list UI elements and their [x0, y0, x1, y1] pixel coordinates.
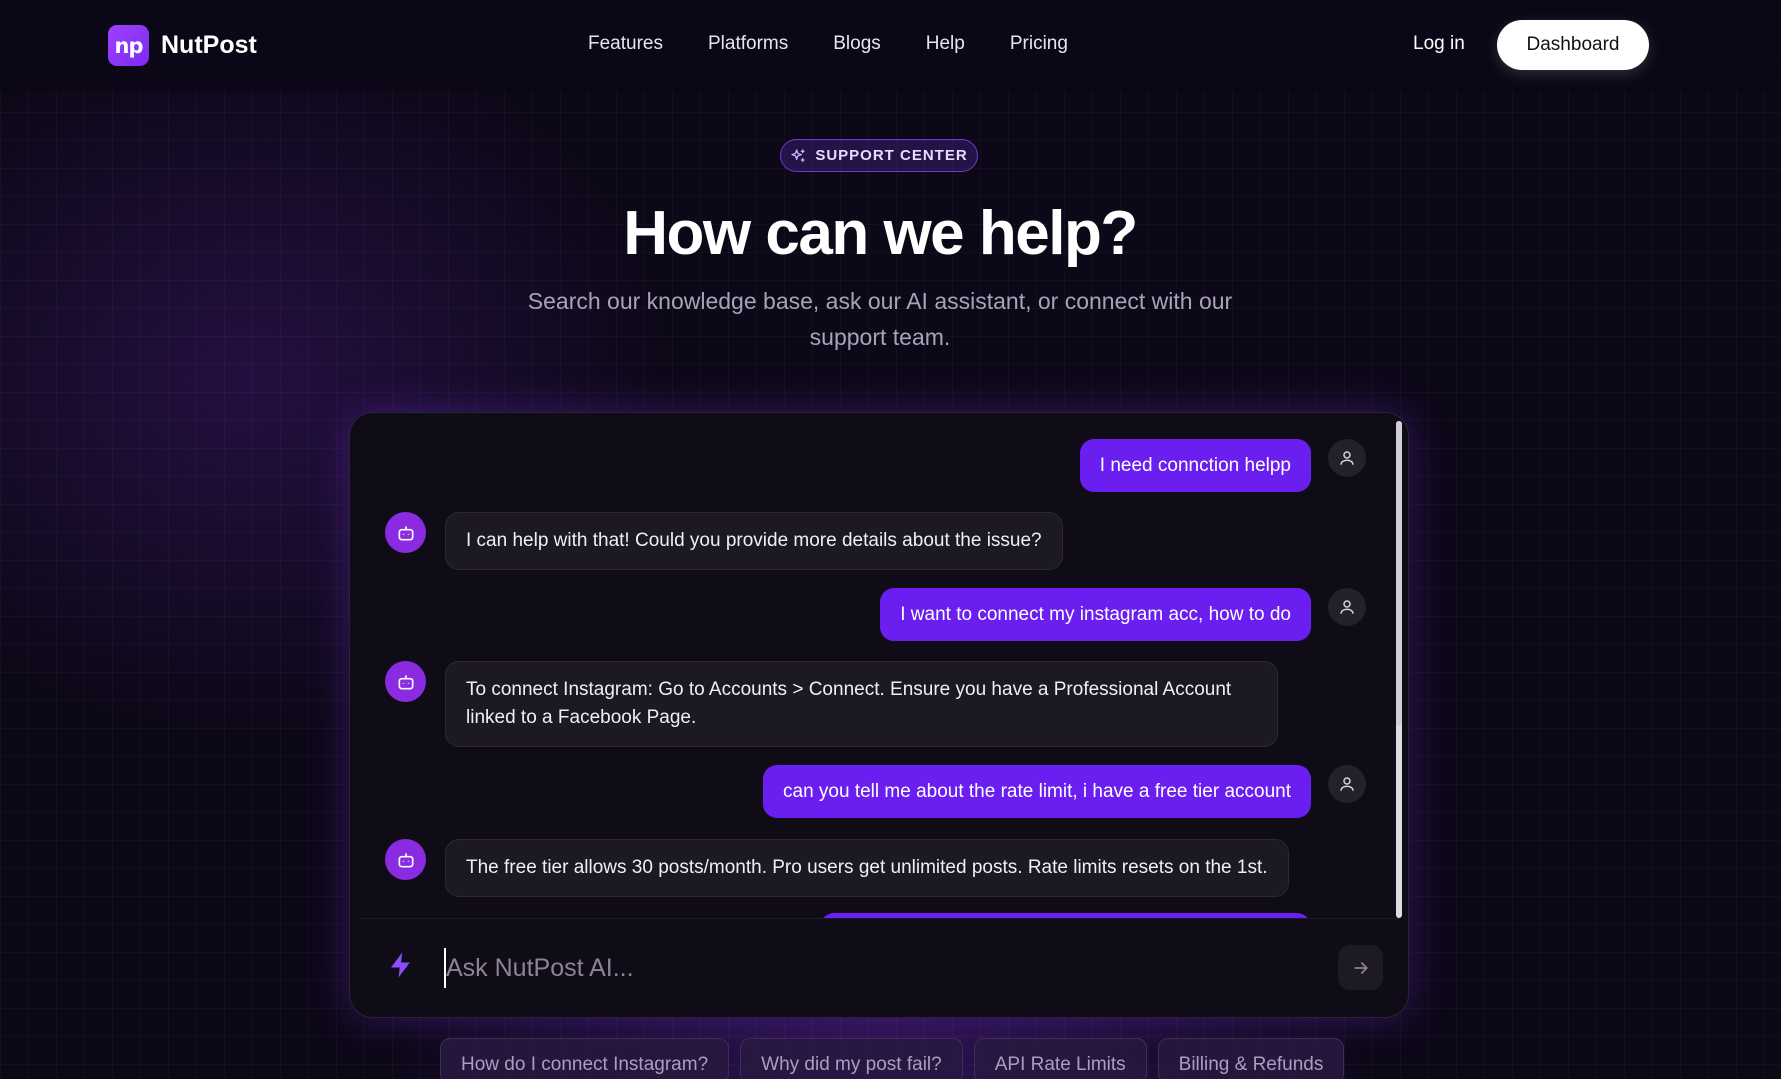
- suggestion-chip-post-fail[interactable]: Why did my post fail?: [740, 1038, 963, 1079]
- chat-panel: I need connction helpp I can help with t…: [349, 412, 1409, 1018]
- brand-name: NutPost: [161, 31, 257, 59]
- user-avatar-icon: [1328, 588, 1366, 626]
- bot-avatar-icon: [385, 512, 426, 553]
- user-avatar-icon: [1328, 439, 1366, 477]
- chat-messages[interactable]: I need connction helpp I can help with t…: [350, 413, 1408, 918]
- suggestion-chips: How do I connect Instagram? Why did my p…: [440, 1038, 1345, 1079]
- arrow-right-icon: [1353, 961, 1368, 974]
- user-message: I need connction helpp: [1079, 439, 1311, 492]
- user-avatar-icon: [1328, 765, 1366, 803]
- bot-bubble: I can help with that! Could you provide …: [445, 512, 1063, 570]
- sparkles-icon: [791, 148, 805, 162]
- lightning-icon: [386, 949, 416, 986]
- suggestion-chip-billing[interactable]: Billing & Refunds: [1157, 1038, 1345, 1079]
- send-button[interactable]: [1338, 945, 1383, 990]
- user-bubble: I need connction helpp: [1079, 439, 1311, 492]
- nav-link-features[interactable]: Features: [588, 33, 663, 55]
- main-nav: Features Platforms Blogs Help Pricing: [588, 33, 1113, 55]
- page-subtitle: Search our knowledge base, ask our AI as…: [527, 288, 1233, 350]
- user-message: I want to connect my instagram acc, how …: [880, 588, 1311, 641]
- page-title: How can we help?: [623, 199, 1138, 268]
- suggestion-chip-instagram[interactable]: How do I connect Instagram?: [440, 1038, 730, 1079]
- nav-link-help[interactable]: Help: [926, 33, 965, 55]
- brand-logo[interactable]: np NutPost: [108, 25, 257, 66]
- bot-message: To connect Instagram: Go to Accounts > C…: [445, 661, 1278, 747]
- user-message: can you tell me about the rate limit, i …: [763, 765, 1311, 818]
- login-link[interactable]: Log in: [1413, 33, 1465, 55]
- dashboard-button[interactable]: Dashboard: [1497, 20, 1649, 70]
- chat-input[interactable]: [444, 948, 1284, 988]
- user-bubble: I want to connect my instagram acc, how …: [880, 588, 1311, 641]
- logo-mark-icon: np: [108, 25, 149, 66]
- bot-message: The free tier allows 30 posts/month. Pro…: [445, 839, 1289, 897]
- badge-label: SUPPORT CENTER: [815, 147, 968, 164]
- suggestion-chip-rate-limits[interactable]: API Rate Limits: [973, 1038, 1147, 1079]
- bot-avatar-icon: [385, 661, 426, 702]
- bot-bubble: To connect Instagram: Go to Accounts > C…: [445, 661, 1278, 747]
- support-center-badge: SUPPORT CENTER: [780, 139, 978, 172]
- bot-message: I can help with that! Could you provide …: [445, 512, 1063, 570]
- bot-avatar-icon: [385, 839, 426, 880]
- nav-link-pricing[interactable]: Pricing: [1010, 33, 1068, 55]
- user-bubble: can you tell me about the rate limit, i …: [763, 765, 1311, 818]
- nav-link-platforms[interactable]: Platforms: [708, 33, 788, 55]
- chat-divider: [358, 918, 1400, 919]
- nav-link-blogs[interactable]: Blogs: [833, 33, 881, 55]
- bot-bubble: The free tier allows 30 posts/month. Pro…: [445, 839, 1289, 897]
- chat-scrollbar[interactable]: [1396, 421, 1402, 726]
